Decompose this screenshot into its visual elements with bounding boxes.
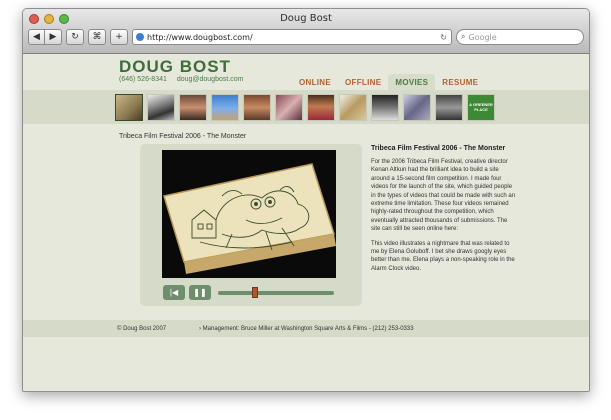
contact-info: (646) 526-8341 doug@dougbost.com: [119, 76, 251, 83]
add-bookmark-button[interactable]: +: [110, 29, 128, 45]
movie-thumbnail[interactable]: [243, 93, 271, 121]
back-forward-group: ◀ ▶: [28, 29, 62, 45]
nav-resume[interactable]: RESUME: [435, 74, 485, 90]
forward-button[interactable]: ▶: [45, 29, 62, 45]
movie-thumbnail-strip: A GREENER PLACE: [23, 90, 589, 124]
browser-toolbar: ◀ ▶ ↻ ⌘ + http://www.dougbost.com/ ↻ ⌕ G…: [28, 27, 584, 47]
page-caption: Tribeca Film Festival 2006 - The Monster: [119, 133, 247, 140]
nav-offline[interactable]: OFFLINE: [338, 74, 388, 90]
video-still-monster-drawing: [162, 150, 336, 278]
thumbnail-label: A GREENER PLACE: [469, 102, 493, 112]
rewind-button[interactable]: |◀: [163, 285, 185, 300]
reload-button[interactable]: ↻: [66, 29, 84, 45]
nav-movies[interactable]: MOVIES: [388, 74, 436, 90]
bookmarks-icon: ⌘: [92, 32, 102, 42]
video-player: |◀ ❚❚: [140, 144, 362, 306]
movie-thumbnail[interactable]: [371, 93, 399, 121]
reload-icon: ↻: [71, 32, 79, 42]
pause-button[interactable]: ❚❚: [189, 285, 211, 300]
management-contact: › Management: Bruce Miller at Washington…: [199, 325, 414, 332]
site-footer: © Doug Bost 2007 › Management: Bruce Mil…: [23, 320, 589, 337]
search-placeholder: Google: [468, 32, 497, 42]
movie-thumbnail[interactable]: [179, 93, 207, 121]
email-link[interactable]: doug@dougbost.com: [177, 76, 244, 83]
nav-online[interactable]: ONLINE: [292, 74, 338, 90]
copyright-text: © Doug Bost 2007: [117, 325, 167, 332]
address-bar[interactable]: http://www.dougbost.com/ ↻: [132, 29, 452, 45]
title-bar: Doug Bost ◀ ▶ ↻ ⌘ + http://www.dougbost.…: [23, 9, 589, 54]
url-text: http://www.dougbost.com/: [147, 32, 253, 42]
back-arrow-icon: ◀: [33, 32, 40, 42]
window-title: Doug Bost: [280, 13, 332, 24]
movie-thumbnail[interactable]: [275, 93, 303, 121]
search-field[interactable]: ⌕ Google: [456, 29, 584, 45]
movie-thumbnail-a-greener-place[interactable]: A GREENER PLACE: [467, 93, 495, 121]
browser-window: Doug Bost ◀ ▶ ↻ ⌘ + http://www.dougbost.…: [22, 8, 590, 392]
article-paragraph-1: For the 2006 Tribeca Film Festival, crea…: [371, 159, 516, 233]
movie-thumbnail[interactable]: [339, 93, 367, 121]
video-frame[interactable]: [162, 150, 336, 278]
search-icon: ⌕: [461, 32, 466, 41]
main-nav: ONLINE OFFLINE MOVIES RESUME: [292, 74, 485, 90]
movie-thumbnail[interactable]: [403, 93, 431, 121]
article-heading: Tribeca Film Festival 2006 - The Monster: [371, 145, 506, 152]
movie-thumbnail[interactable]: [115, 93, 143, 121]
site-logo[interactable]: DOUG BOST: [119, 57, 231, 77]
movie-thumbnail[interactable]: [211, 93, 239, 121]
movie-thumbnail[interactable]: [147, 93, 175, 121]
scrubber-handle[interactable]: [252, 287, 259, 298]
progress-scrubber[interactable]: [218, 287, 334, 298]
movie-thumbnail[interactable]: [307, 93, 335, 121]
movie-thumbnail[interactable]: [435, 93, 463, 121]
phone-number: (646) 526-8341: [119, 76, 167, 83]
pause-icon: ❚❚: [193, 288, 207, 297]
rss-reload-icon[interactable]: ↻: [440, 33, 447, 42]
forward-arrow-icon: ▶: [49, 32, 57, 42]
article-paragraph-2: This video illustrates a nightmare that …: [371, 240, 515, 272]
web-page: DOUG BOST (646) 526-8341 doug@dougbost.c…: [23, 54, 589, 391]
skip-back-icon: |◀: [169, 288, 179, 297]
back-button[interactable]: ◀: [28, 29, 45, 45]
bookmarks-button[interactable]: ⌘: [88, 29, 106, 45]
plus-icon: +: [115, 32, 123, 42]
movie-description: Tribeca Film Festival 2006 - The Monster…: [371, 145, 516, 279]
globe-icon: [136, 33, 144, 41]
